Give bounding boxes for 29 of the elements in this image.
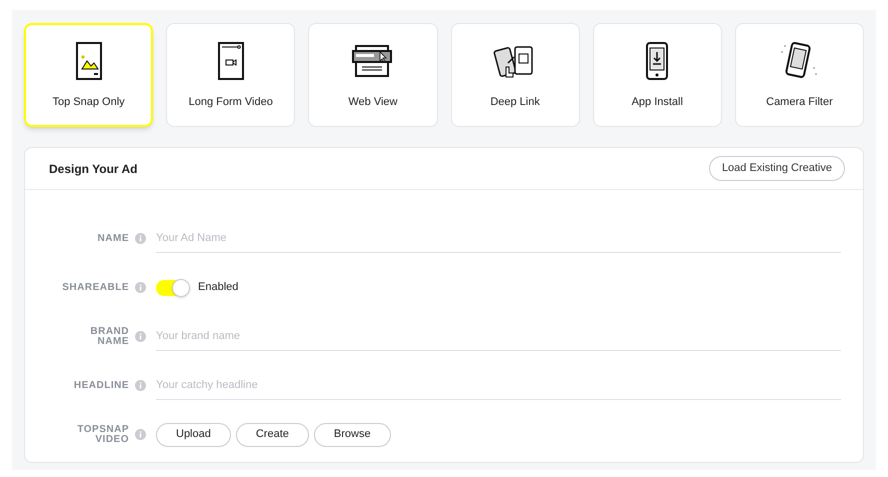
info-icon[interactable] [135, 282, 146, 293]
ad-type-card[interactable]: Camera Filter [734, 23, 864, 127]
ad-type-card[interactable]: Deep Link [450, 23, 580, 127]
field-label: NAME [96, 234, 129, 244]
text-field[interactable]: Your brand name [156, 322, 841, 350]
field-label: TOPSNAP VIDEO [76, 424, 129, 444]
image-card-icon [74, 40, 103, 81]
toggle-label: Enabled [198, 280, 238, 296]
ad-type-card[interactable]: Top Snap Only [24, 23, 154, 127]
toggle-switch[interactable] [156, 280, 188, 296]
info-icon[interactable] [135, 331, 146, 342]
video-card-icon [216, 40, 245, 81]
panel-title: Design Your Ad [49, 160, 138, 178]
field-label: BRAND NAME [89, 326, 129, 346]
field-label: SHAREABLE [61, 282, 129, 292]
ad-type-card[interactable]: Web View [308, 23, 438, 127]
video-source-button[interactable]: Upload [156, 422, 231, 446]
info-icon[interactable] [135, 233, 146, 244]
video-source-button[interactable]: Create [236, 422, 309, 446]
info-icon[interactable] [135, 380, 146, 391]
ad-type-card[interactable]: App Install [592, 23, 722, 127]
video-source-button[interactable]: Browse [314, 422, 391, 446]
text-field[interactable]: Your Ad Name [156, 224, 841, 252]
field-label: HEADLINE [72, 380, 129, 390]
info-icon[interactable] [135, 429, 146, 440]
load-creative-button[interactable]: Load Existing Creative [708, 156, 845, 181]
ad-type-card[interactable]: Long Form Video [166, 23, 296, 127]
phone-download-icon [645, 40, 670, 81]
text-field[interactable]: Your catchy headline [156, 372, 841, 400]
